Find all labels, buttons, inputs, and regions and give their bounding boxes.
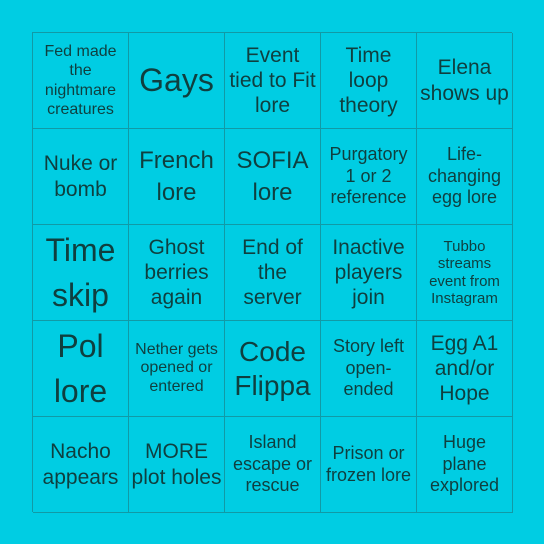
bingo-cell[interactable]: French lore: [129, 129, 225, 225]
bingo-cell[interactable]: Purgatory 1 or 2 reference: [321, 129, 417, 225]
bingo-cell[interactable]: SOFIA lore: [225, 129, 321, 225]
bingo-cell[interactable]: Life-changing egg lore: [417, 129, 513, 225]
bingo-cell[interactable]: Inactive players join: [321, 225, 417, 321]
bingo-cell[interactable]: Island escape or rescue: [225, 417, 321, 513]
bingo-cell[interactable]: Fed made the nightmare creatures: [33, 33, 129, 129]
bingo-cell[interactable]: Nuke or bomb: [33, 129, 129, 225]
bingo-cell[interactable]: Gays: [129, 33, 225, 129]
bingo-cell[interactable]: End of the server: [225, 225, 321, 321]
bingo-cell[interactable]: Time skip: [33, 225, 129, 321]
bingo-cell[interactable]: Nacho appears: [33, 417, 129, 513]
bingo-cell[interactable]: Elena shows up: [417, 33, 513, 129]
bingo-cell[interactable]: Huge plane explored: [417, 417, 513, 513]
bingo-cell[interactable]: Time loop theory: [321, 33, 417, 129]
bingo-cell[interactable]: Event tied to Fit lore: [225, 33, 321, 129]
bingo-cell[interactable]: Nether gets opened or entered: [129, 321, 225, 417]
bingo-cell[interactable]: Code Flippa: [225, 321, 321, 417]
bingo-cell[interactable]: Egg A1 and/or Hope: [417, 321, 513, 417]
bingo-board: Fed made the nightmare creatures Gays Ev…: [32, 32, 513, 513]
bingo-cell[interactable]: Prison or frozen lore: [321, 417, 417, 513]
bingo-cell[interactable]: Story left open-ended: [321, 321, 417, 417]
bingo-cell[interactable]: Tubbo streams event from Instagram: [417, 225, 513, 321]
bingo-cell[interactable]: Pol lore: [33, 321, 129, 417]
bingo-cell[interactable]: MORE plot holes: [129, 417, 225, 513]
bingo-cell[interactable]: Ghost berries again: [129, 225, 225, 321]
